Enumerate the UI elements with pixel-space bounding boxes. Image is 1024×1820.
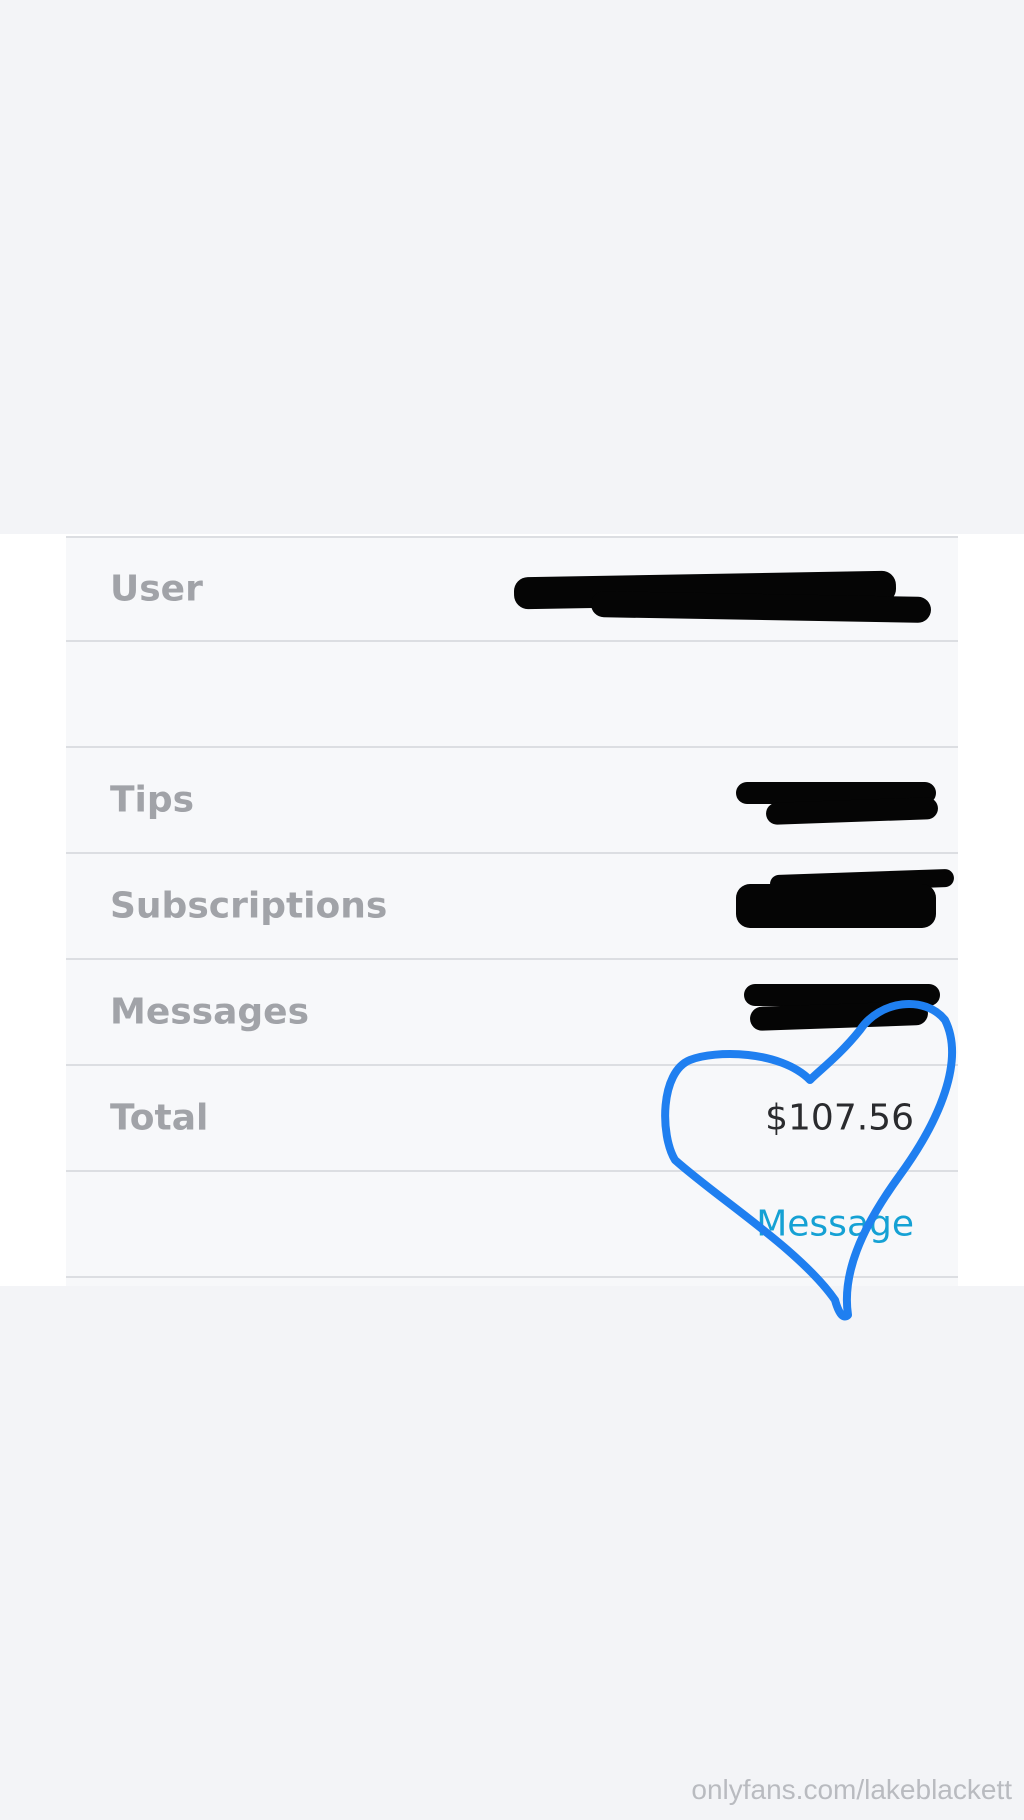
row-label-total: Total — [110, 1097, 209, 1139]
row-label-user: User — [110, 568, 203, 610]
total-amount: $107.56 — [765, 1097, 914, 1139]
row-subscriptions: Subscriptions — [66, 854, 958, 960]
row-messages: Messages — [66, 960, 958, 1066]
redaction-scribble — [736, 884, 936, 928]
redaction-scribble — [749, 1000, 929, 1032]
redaction-scribble — [765, 797, 939, 825]
row-label-subscriptions: Subscriptions — [110, 885, 388, 927]
row-total: Total $107.56 — [66, 1066, 958, 1172]
row-tips: Tips — [66, 748, 958, 854]
row-label-messages: Messages — [110, 991, 310, 1033]
row-actions: Message — [66, 1172, 958, 1278]
earnings-detail-card: User Tips Subscriptions Messages Total $… — [66, 536, 958, 1286]
redaction-scribble — [590, 591, 932, 623]
row-blank — [66, 642, 958, 748]
row-user: User — [66, 536, 958, 642]
message-link[interactable]: Message — [756, 1204, 914, 1245]
row-label-tips: Tips — [110, 779, 195, 821]
screenshot-page: User Tips Subscriptions Messages Total $… — [0, 0, 1024, 1820]
watermark-text: onlyfans.com/lakeblackett — [691, 1774, 1012, 1805]
